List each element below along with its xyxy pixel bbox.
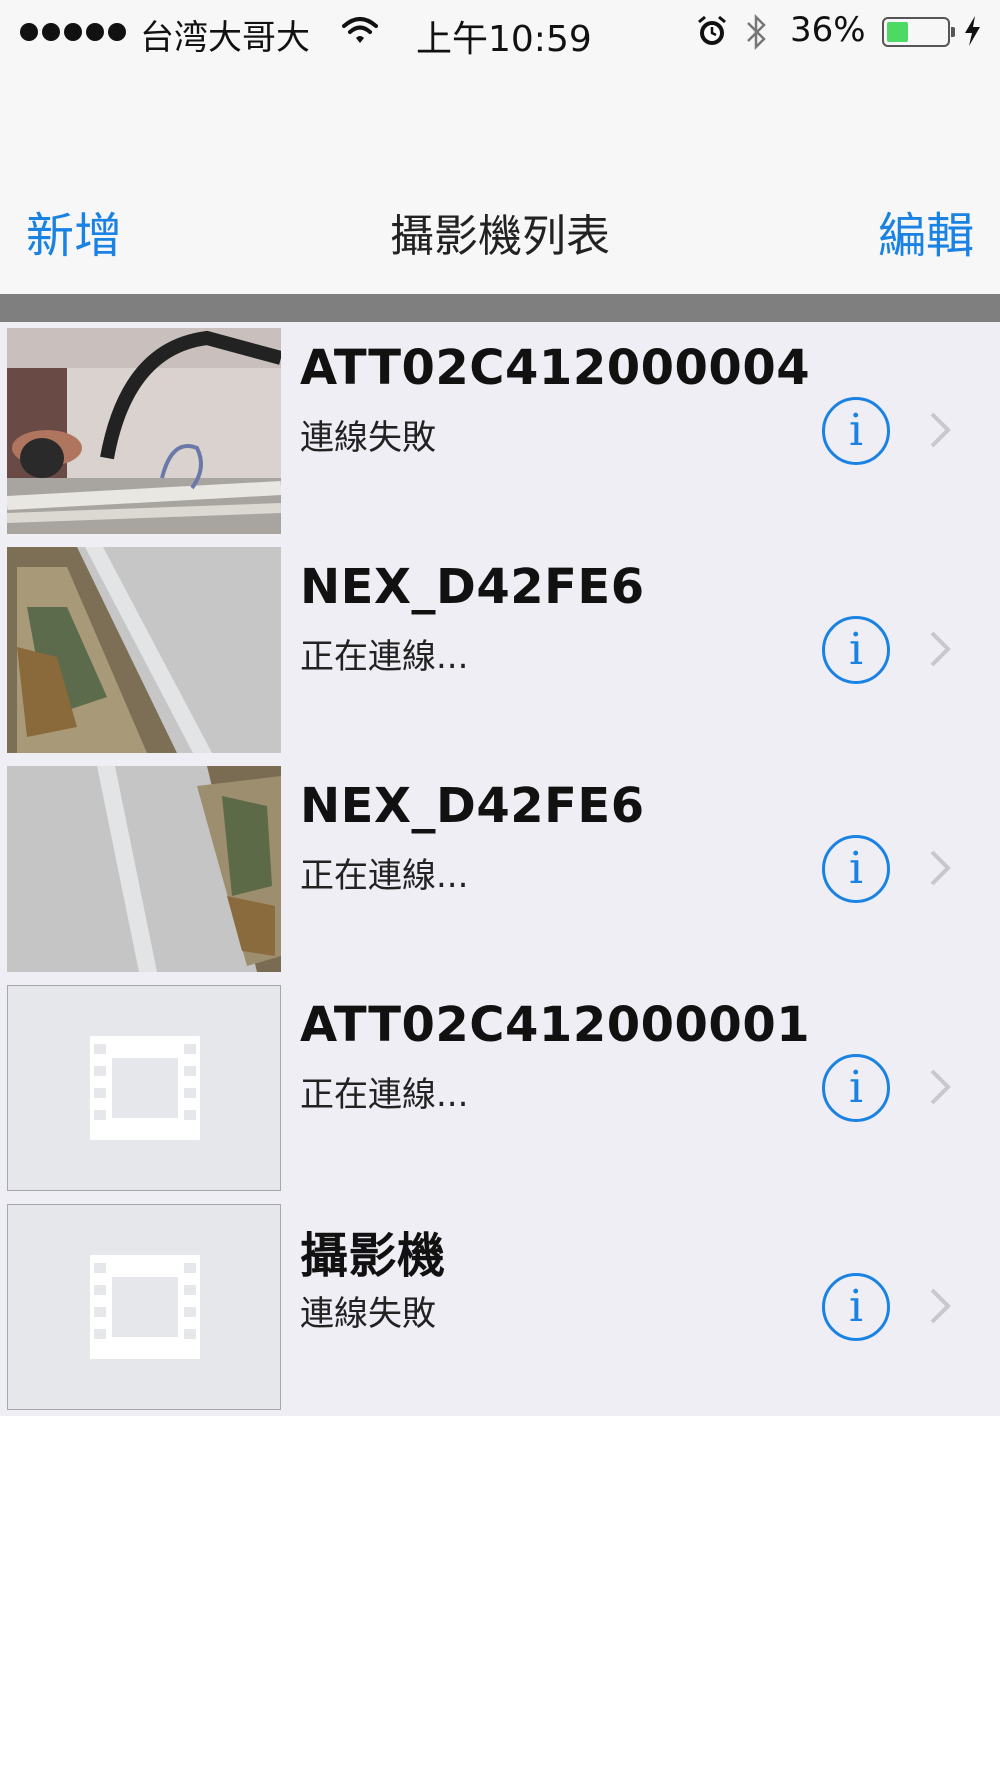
camera-thumbnail	[7, 1204, 281, 1410]
camera-status: 正在連線...	[300, 1075, 469, 1115]
camera-row[interactable]: ATT02C412000001 正在連線... i	[0, 979, 1000, 1198]
status-bar: 台湾大哥大 上午10:59 36%	[0, 0, 1000, 64]
alarm-icon	[696, 14, 728, 52]
carrier-name: 台湾大哥大	[140, 18, 310, 58]
camera-status: 正在連線...	[300, 637, 469, 677]
info-icon[interactable]: i	[822, 1273, 890, 1341]
chevron-right-icon	[930, 412, 951, 448]
top-bar: 台湾大哥大 上午10:59 36% 新增 攝影機列表 編輯	[0, 0, 1000, 294]
info-icon[interactable]: i	[822, 835, 890, 903]
battery-percentage: 36%	[790, 10, 866, 50]
camera-thumbnail	[7, 547, 281, 753]
charging-bolt-icon	[962, 14, 982, 52]
film-icon	[90, 1255, 200, 1359]
camera-row[interactable]: ATT02C412000004 連線失敗 i	[0, 322, 1000, 541]
camera-list: ATT02C412000004 連線失敗 i NEX_D42FE6 正在連線..…	[0, 322, 1000, 1416]
edit-button[interactable]: 編輯	[878, 196, 974, 266]
info-icon[interactable]: i	[822, 616, 890, 684]
camera-status: 連線失敗	[300, 418, 436, 458]
battery-icon	[882, 17, 955, 47]
camera-name: ATT02C412000004	[300, 340, 811, 396]
camera-row[interactable]: NEX_D42FE6 正在連線... i	[0, 541, 1000, 760]
chevron-right-icon	[930, 850, 951, 886]
camera-row[interactable]: 攝影機 連線失敗 i	[0, 1198, 1000, 1417]
chevron-right-icon	[930, 1288, 951, 1324]
status-time: 上午10:59	[416, 19, 592, 60]
camera-thumbnail	[7, 766, 281, 972]
camera-status: 連線失敗	[300, 1294, 436, 1334]
camera-name: NEX_D42FE6	[300, 559, 645, 615]
page-title: 攝影機列表	[390, 211, 610, 262]
film-icon	[90, 1036, 200, 1140]
chevron-right-icon	[930, 1069, 951, 1105]
camera-status: 正在連線...	[300, 856, 469, 896]
camera-name: 攝影機	[300, 1228, 446, 1284]
camera-name: ATT02C412000001	[300, 997, 811, 1053]
info-icon[interactable]: i	[822, 1054, 890, 1122]
list-header-band	[0, 294, 1000, 322]
camera-thumbnail	[7, 328, 281, 534]
chevron-right-icon	[930, 631, 951, 667]
bluetooth-icon	[744, 12, 768, 56]
camera-row[interactable]: NEX_D42FE6 正在連線... i	[0, 760, 1000, 979]
wifi-icon	[342, 16, 378, 50]
info-icon[interactable]: i	[822, 397, 890, 465]
signal-strength-icon	[20, 23, 126, 41]
camera-thumbnail	[7, 985, 281, 1191]
camera-name: NEX_D42FE6	[300, 778, 645, 834]
